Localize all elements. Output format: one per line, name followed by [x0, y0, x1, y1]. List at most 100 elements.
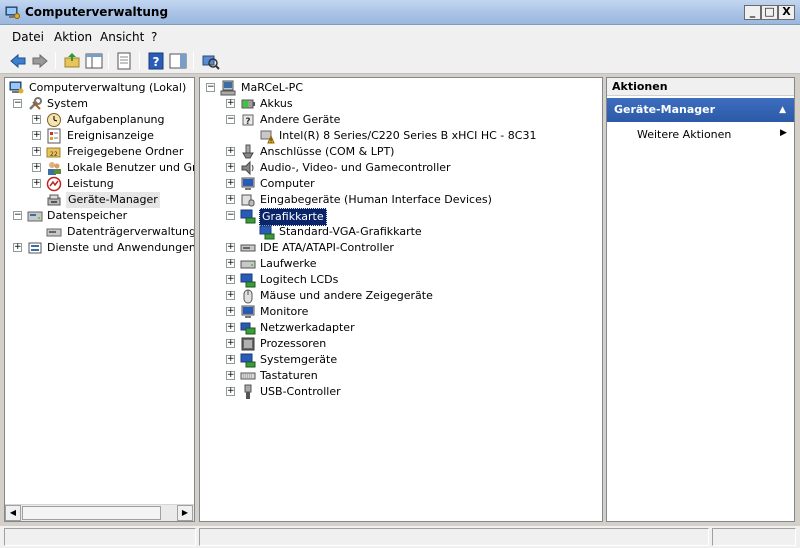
expand-toggle[interactable]: + [226, 243, 235, 252]
ide-controller-icon [240, 244, 256, 252]
computer-icon [220, 80, 236, 96]
actions-pane: Aktionen Geräte-Manager ▲ Weitere Aktion… [606, 77, 795, 522]
menu-help[interactable]: ? [151, 30, 157, 44]
toolbar-separator [55, 52, 56, 69]
keyboard-icon [240, 372, 256, 380]
svg-text:?: ? [245, 117, 250, 127]
horizontal-scrollbar[interactable]: ◀ ▶ [5, 504, 194, 521]
expand-toggle[interactable]: + [226, 163, 235, 172]
menu-datei[interactable]: Datei [12, 30, 44, 44]
weitere-aktionen-link[interactable]: Weitere Aktionen [637, 128, 731, 141]
collapse-toggle[interactable]: − [226, 211, 235, 220]
console-tree: Computerverwaltung (Lokal) − System + Au… [4, 77, 195, 522]
clock-icon [47, 113, 61, 127]
shared-folder-icon: 22 [46, 147, 61, 158]
expand-toggle[interactable]: + [32, 115, 41, 124]
mouse-icon [243, 289, 253, 304]
monitor-icon [241, 177, 255, 190]
back-arrow-icon[interactable] [8, 51, 28, 71]
expand-toggle[interactable]: + [226, 147, 235, 156]
collapse-datenspeicher-toggle[interactable]: − [13, 211, 22, 220]
expand-toggle[interactable]: + [32, 131, 41, 140]
computer-management-icon [9, 81, 24, 94]
toolbar-separator [193, 52, 194, 69]
usb-icon [244, 384, 252, 399]
menu-ansicht[interactable]: Ansicht [100, 30, 144, 44]
processor-icon [241, 337, 255, 351]
device-manager-icon [47, 194, 61, 206]
services-icon [28, 242, 42, 254]
minimize-button[interactable]: _ [744, 5, 761, 20]
expand-toggle[interactable]: + [32, 163, 41, 172]
title-bar: Computerverwaltung _ □ X [0, 0, 800, 25]
status-cell-middle [199, 528, 709, 546]
performance-icon [46, 176, 62, 192]
display-adapter-icon [259, 225, 275, 240]
monitor-icon [241, 305, 255, 318]
properties-icon[interactable] [114, 51, 134, 71]
display-adapter-icon [240, 209, 256, 224]
status-cell-right [712, 528, 796, 546]
expand-toggle[interactable]: + [226, 275, 235, 284]
expand-toggle[interactable]: + [226, 307, 235, 316]
help-icon[interactable]: ? [146, 51, 166, 71]
network-adapter-icon [240, 322, 256, 335]
expand-toggle[interactable]: + [226, 339, 235, 348]
collapse-up-icon[interactable]: ▲ [779, 98, 786, 122]
drive-icon [240, 260, 256, 269]
unknown-device-icon: ? [242, 114, 254, 127]
tools-icon [29, 97, 42, 110]
port-icon [242, 144, 254, 159]
expand-toggle[interactable]: + [226, 371, 235, 380]
svg-text:?: ? [153, 55, 160, 69]
disk-icon [46, 228, 62, 237]
maximize-button[interactable]: □ [761, 5, 778, 20]
expand-toggle[interactable]: + [226, 99, 235, 108]
collapse-system-toggle[interactable]: − [13, 99, 22, 108]
expand-toggle[interactable]: + [226, 179, 235, 188]
event-viewer-icon [47, 128, 61, 144]
menu-bar: Datei Aktion Ansicht ? [0, 25, 800, 47]
close-button[interactable]: X [778, 5, 795, 20]
device-tree: − MaRCeL-PC + Akkus − ? Andere Geräte ! [199, 77, 603, 522]
lcd-icon [240, 273, 256, 288]
battery-icon [241, 99, 255, 109]
speaker-icon [241, 160, 254, 176]
hid-icon [241, 194, 255, 207]
scroll-right-button[interactable]: ▶ [177, 505, 193, 521]
svg-text:22: 22 [50, 151, 58, 158]
expand-toggle[interactable]: + [226, 355, 235, 364]
forward-arrow-icon[interactable] [30, 51, 50, 71]
submenu-arrow-icon: ▶ [780, 128, 787, 138]
collapse-computer-toggle[interactable]: − [206, 83, 215, 92]
expand-toggle[interactable]: + [32, 179, 41, 188]
expand-toggle[interactable]: + [13, 243, 22, 252]
scroll-thumb[interactable] [22, 506, 161, 520]
toolbar-separator [139, 52, 140, 69]
users-icon [48, 162, 61, 175]
expand-toggle[interactable]: + [226, 259, 235, 268]
expand-toggle[interactable]: + [226, 195, 235, 204]
warning-device-icon: ! [260, 130, 275, 144]
status-bar [0, 526, 800, 548]
menu-aktion[interactable]: Aktion [54, 30, 92, 44]
expand-toggle[interactable]: + [226, 323, 235, 332]
actions-section-geraete-manager[interactable]: Geräte-Manager ▲ [607, 98, 794, 122]
up-folder-icon[interactable] [62, 51, 82, 71]
expand-toggle[interactable]: + [226, 387, 235, 396]
window-title: Computerverwaltung [25, 5, 169, 19]
actions-header: Aktionen [607, 78, 794, 96]
system-device-icon [240, 353, 256, 368]
expand-toggle[interactable]: + [226, 291, 235, 300]
action-pane-icon[interactable] [168, 51, 188, 71]
toolbar-separator [108, 52, 109, 69]
expand-toggle[interactable]: + [32, 147, 41, 156]
actions-section-label: Geräte-Manager [614, 103, 716, 116]
show-hide-tree-icon[interactable] [84, 51, 104, 71]
scroll-left-button[interactable]: ◀ [5, 505, 21, 521]
toolbar: ? [0, 47, 800, 74]
computer-management-icon [5, 6, 20, 19]
storage-icon [27, 211, 43, 222]
scan-hardware-icon[interactable] [200, 51, 220, 71]
collapse-toggle[interactable]: − [226, 115, 235, 124]
